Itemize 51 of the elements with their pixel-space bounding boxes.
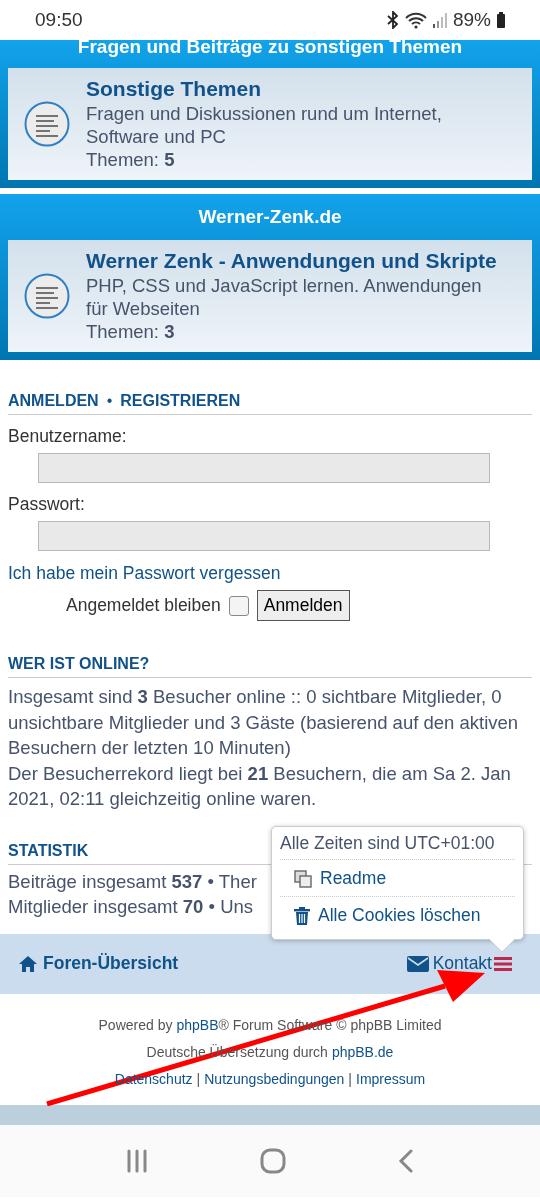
forum-title-link[interactable]: Werner Zenk - Anwendungen und Skripte xyxy=(86,248,526,274)
password-field[interactable] xyxy=(38,521,490,551)
footer-link[interactable]: phpBB xyxy=(176,1011,219,1039)
menu-item[interactable]: Alle Cookies löschen xyxy=(280,896,515,933)
status-time: 09:50 xyxy=(35,9,83,31)
copy-icon xyxy=(294,869,312,888)
section-heading: WER IST ONLINE? xyxy=(8,655,150,673)
menu-icon[interactable] xyxy=(494,955,512,972)
footer-link[interactable]: phpBB.de xyxy=(331,1038,394,1066)
footer-link[interactable]: Impressum xyxy=(356,1065,426,1093)
board-index-link[interactable]: Foren-Übersicht xyxy=(18,953,179,974)
section-heading: STATISTIK xyxy=(8,841,89,860)
footer-text: | xyxy=(196,1069,201,1089)
forum-icon xyxy=(24,100,70,147)
home-icon[interactable] xyxy=(260,1147,286,1174)
menu-item[interactable]: Readme xyxy=(280,860,515,896)
separator-dot: • xyxy=(106,392,113,410)
statistics-text: Mitglieder insgesamt 70 • Uns xyxy=(8,895,254,919)
forum-description: PHP, CSS und JavaScript lernen. Anwendungen für Webseiten xyxy=(86,274,483,320)
footer-text: | xyxy=(348,1069,352,1089)
trash-icon xyxy=(294,906,310,925)
forgot-password-link[interactable]: Ich habe mein Passwort vergessen xyxy=(8,563,281,584)
topic-count: Themen: 3 xyxy=(86,320,176,343)
signal-icon xyxy=(431,11,448,29)
password-label: Passwort: xyxy=(8,494,86,515)
online-text: Der Besucherrekord liegt bei 21 Besuchern, die am Sa 2. Jan 2021, 02:11 gleichzeitig online waren. xyxy=(8,761,512,811)
forum-icon xyxy=(24,272,70,319)
timezone-text: Alle Zeiten sind UTC+01:00 xyxy=(280,833,515,860)
username-label: Benutzername: xyxy=(8,426,128,447)
forum-description: Fragen und Diskussionen rund um Internet, Software und PC xyxy=(86,102,443,148)
battery-level: 89% xyxy=(452,9,491,31)
forum-title-link[interactable]: Sonstige Themen xyxy=(86,76,526,102)
battery-icon xyxy=(496,11,506,29)
statistics-text: Beiträge insgesamt 537 • Ther xyxy=(8,869,257,894)
remember-label: Angemeldet bleiben xyxy=(66,595,221,616)
recent-apps-icon[interactable] xyxy=(126,1148,148,1173)
envelope-icon xyxy=(406,955,429,972)
topic-count: Themen: 5 xyxy=(86,148,176,171)
home-icon xyxy=(18,954,38,973)
footer-link[interactable]: Nutzungsbedingungen xyxy=(204,1065,345,1093)
login-button[interactable]: Anmelden xyxy=(256,590,350,621)
footer-text: Powered by xyxy=(98,1015,173,1035)
bluetooth-icon xyxy=(385,11,400,29)
wifi-icon xyxy=(404,11,427,29)
login-link[interactable]: ANMELDEN xyxy=(8,392,99,410)
contact-link[interactable]: Kontakt xyxy=(406,953,492,974)
username-field[interactable] xyxy=(38,453,490,483)
back-icon[interactable] xyxy=(398,1148,414,1173)
online-text: Insgesamt sind 3 Besucher online :: 0 sichtbare Mitglieder, 0 unsichtbare Mitglieder und 3 Gäste (basierend auf den aktiven Besuchern der letzten 10 Minuten) xyxy=(8,685,520,760)
register-link[interactable]: REGISTRIEREN xyxy=(120,392,241,410)
remember-checkbox[interactable] xyxy=(228,595,249,616)
